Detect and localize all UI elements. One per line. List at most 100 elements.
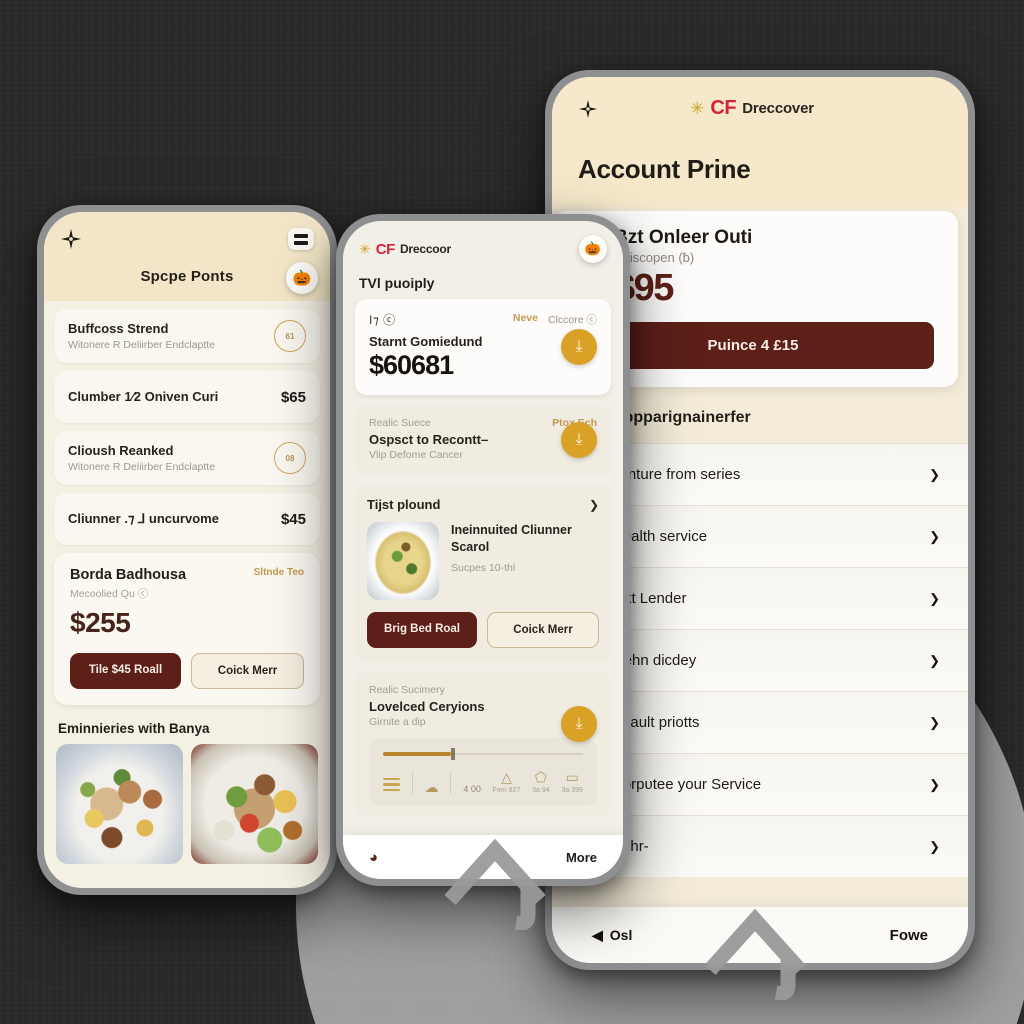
accordion-label: Jonture from series	[612, 466, 741, 483]
promo-card: Borda Badhousa Sltnde Teo Mecoolied Qu ⓒ…	[54, 553, 320, 705]
brand-name-suffix: Dreccoor	[399, 242, 452, 256]
controls-box: ☁ 4 00 △ Fem 927 ⬠ 3a 94 ▭ 3a 399	[369, 738, 597, 806]
promo-card-tag: Sltnde Teo	[253, 567, 304, 578]
right-bottom-nav: ◀ Osl Fowe	[552, 907, 968, 963]
primary-card-meta-left: I⁊ ⓒ	[369, 313, 396, 327]
phone-mockup-left: Spcpe Ponts 🎃 Buffcoss Strend Witonere R…	[37, 205, 337, 895]
divider	[450, 772, 452, 794]
secondary-summary-card[interactable]: Realic Suece Ptox Ech Ospsct to Recontt–…	[355, 405, 611, 475]
chevron-down-icon[interactable]: ❯	[929, 839, 940, 855]
recipe-item[interactable]: Ineinnuited Cliunner Scarol Sucpes 10-th…	[367, 522, 599, 600]
list-item-subtitle: Witonere R Deliirber Endclaptte	[68, 339, 216, 352]
recipe-primary-button[interactable]: Brig Bed Roal	[367, 612, 477, 648]
left-list: Buffcoss Strend Witonere R Deliirber End…	[44, 301, 330, 545]
mid-section-title: TVl puoiply	[359, 275, 435, 291]
list-item-texts: Buffcoss Strend Witonere R Deliirber End…	[68, 321, 274, 351]
list-item-texts: Clioush Reanked Witonere R Deliirber End…	[68, 443, 274, 473]
brand-mark-icon: ✳	[690, 98, 705, 118]
nav-left-button[interactable]: ◀ Osl	[592, 927, 632, 944]
list-item-title: Clioush Reanked	[68, 442, 174, 458]
gallery-image-grilled-skewers[interactable]	[56, 744, 183, 864]
mid-screen: ✳ CF Dreccoor 🎃 TVl puoiply I⁊ ⓒ Neve Cl…	[343, 221, 623, 879]
slider-fill	[383, 752, 451, 756]
card-label: 3a 399	[561, 787, 583, 794]
left-screen: Spcpe Ponts 🎃 Buffcoss Strend Witonere R…	[44, 212, 330, 888]
recipe-item-texts: Ineinnuited Cliunner Scarol Sucpes 10-th…	[451, 522, 599, 600]
brand-mark-icon: ✳	[359, 240, 371, 257]
chevron-down-icon[interactable]: ❯	[929, 591, 940, 607]
avatar[interactable]: 🎃	[579, 235, 607, 263]
promo-card-price: $255	[70, 607, 131, 638]
left-page-title: Spcpe Ponts	[140, 268, 234, 285]
right-topbar: ✳ CF Dreccover	[578, 97, 942, 120]
phone-mockup-middle: ✳ CF Dreccoor 🎃 TVl puoiply I⁊ ⓒ Neve Cl…	[336, 214, 630, 886]
promo-card-buttons: Tile $45 Roall Coick Merr	[70, 653, 304, 689]
chevron-down-icon[interactable]: ❯	[589, 498, 599, 512]
list-item[interactable]: Cliunner .⁊ ⅃ uncurvome $45	[54, 493, 320, 545]
list-item-price: $45	[280, 510, 306, 528]
promo-primary-button[interactable]: Tile $45 Roall	[70, 653, 181, 689]
range-slider[interactable]	[383, 748, 583, 760]
tag-score: Clccore ⓒ	[547, 314, 597, 326]
list-item-texts: Clumber 1⁄2 Oniven Curi	[68, 389, 281, 405]
chevron-down-icon[interactable]: ❯	[929, 777, 940, 793]
gallery-title: Eminnieries with Banya	[58, 721, 210, 736]
promo-card-title: Borda Badhousa	[70, 567, 187, 583]
download-badge-icon[interactable]: ⤓	[561, 706, 597, 742]
card-icon: ▭	[565, 769, 579, 785]
brand-name-prefix: CF	[710, 97, 737, 119]
chevron-down-icon[interactable]: ❯	[929, 715, 940, 731]
download-badge-icon[interactable]: ⤓	[561, 329, 597, 365]
list-item[interactable]: Clioush Reanked Witonere R Deliirber End…	[54, 431, 320, 485]
primary-summary-card[interactable]: I⁊ ⓒ Neve Clccore ⓒ Starnt Gomiedund $60…	[355, 299, 611, 395]
promo-card-subtitle: Mecoolied Qu ⓒ	[70, 588, 149, 600]
right-brand-logo: ✳ CF Dreccover	[598, 97, 906, 120]
recipe-panel-buttons: Brig Bed Roal Coick Merr	[367, 612, 599, 648]
more-button[interactable]: More	[566, 850, 597, 865]
badge-ring: 08	[274, 442, 306, 474]
value-label: 4 00	[463, 784, 481, 794]
recipe-secondary-button[interactable]: Coick Merr	[487, 612, 599, 648]
nav-right-button[interactable]: Fowe	[890, 927, 928, 944]
mid-brand-logo: ✳ CF Dreccoor	[359, 241, 451, 258]
left-header: Spcpe Ponts 🎃	[44, 212, 330, 301]
list-item[interactable]: Clumber 1⁄2 Oniven Curi $65	[54, 371, 320, 423]
card-stat: ▭ 3a 399	[561, 770, 582, 794]
list-item[interactable]: Buffcoss Strend Witonere R Deliirber End…	[54, 309, 320, 363]
slider-knob[interactable]	[451, 748, 455, 760]
account-card-subtitle: Eniscopen (ƀ)	[614, 250, 695, 265]
list-item-title: Clumber 1⁄2 Oniven Curi	[68, 388, 219, 404]
chevron-down-icon[interactable]: ❯	[929, 467, 940, 483]
summary-panel: Realic Sucimery Lovelced Ceryions Girnit…	[355, 672, 611, 816]
account-card-title: Bzt Onleer Outi	[614, 227, 753, 248]
sparkle-icon[interactable]	[578, 99, 598, 119]
cards-stack-icon[interactable]	[288, 228, 314, 250]
list-item-title: Cliunner .⁊ ⅃ uncurvome	[68, 510, 219, 526]
pentagon-icon: ⬠	[534, 769, 547, 785]
tag-new: Neve	[512, 312, 538, 324]
hamburger-lines-icon[interactable]	[383, 777, 400, 795]
recipe-item-title: Ineinnuited Cliunner Scarol	[451, 523, 572, 554]
sparkle-icon[interactable]	[60, 228, 82, 250]
recipe-panel-title: Tijst plound	[367, 497, 441, 512]
chevron-down-icon[interactable]: ❯	[929, 653, 940, 669]
primary-card-meta: I⁊ ⓒ Neve Clccore ⓒ	[369, 311, 597, 328]
gallery-image-salad-bowl[interactable]	[191, 744, 318, 864]
chevron-down-icon[interactable]: ❯	[929, 529, 940, 545]
recipe-thumbnail-image	[367, 522, 439, 600]
avatar[interactable]: 🎃	[286, 262, 318, 294]
fan-shape-icon[interactable]: ◕	[369, 849, 378, 866]
brand-name-suffix: Dreccover	[742, 100, 814, 117]
recipe-panel: Tijst plound ❯ Ineinnuited Cliunner Scar…	[355, 485, 611, 662]
list-item-price: $65	[280, 388, 306, 406]
promo-secondary-button[interactable]: Coick Merr	[191, 653, 304, 689]
gallery	[44, 744, 330, 864]
download-badge-icon[interactable]: ⤓	[561, 422, 597, 458]
badge-ring: 61	[274, 320, 306, 352]
cloud-tag-icon: ☁	[425, 780, 439, 794]
recipe-panel-header[interactable]: Tijst plound ❯	[367, 497, 599, 512]
secondary-card-note: Vlip Defome Cancer	[369, 449, 463, 461]
list-item-subtitle: Witonere R Deliirber Endclaptte	[68, 461, 216, 474]
divider	[411, 772, 413, 794]
account-card-price: $95	[614, 267, 674, 309]
